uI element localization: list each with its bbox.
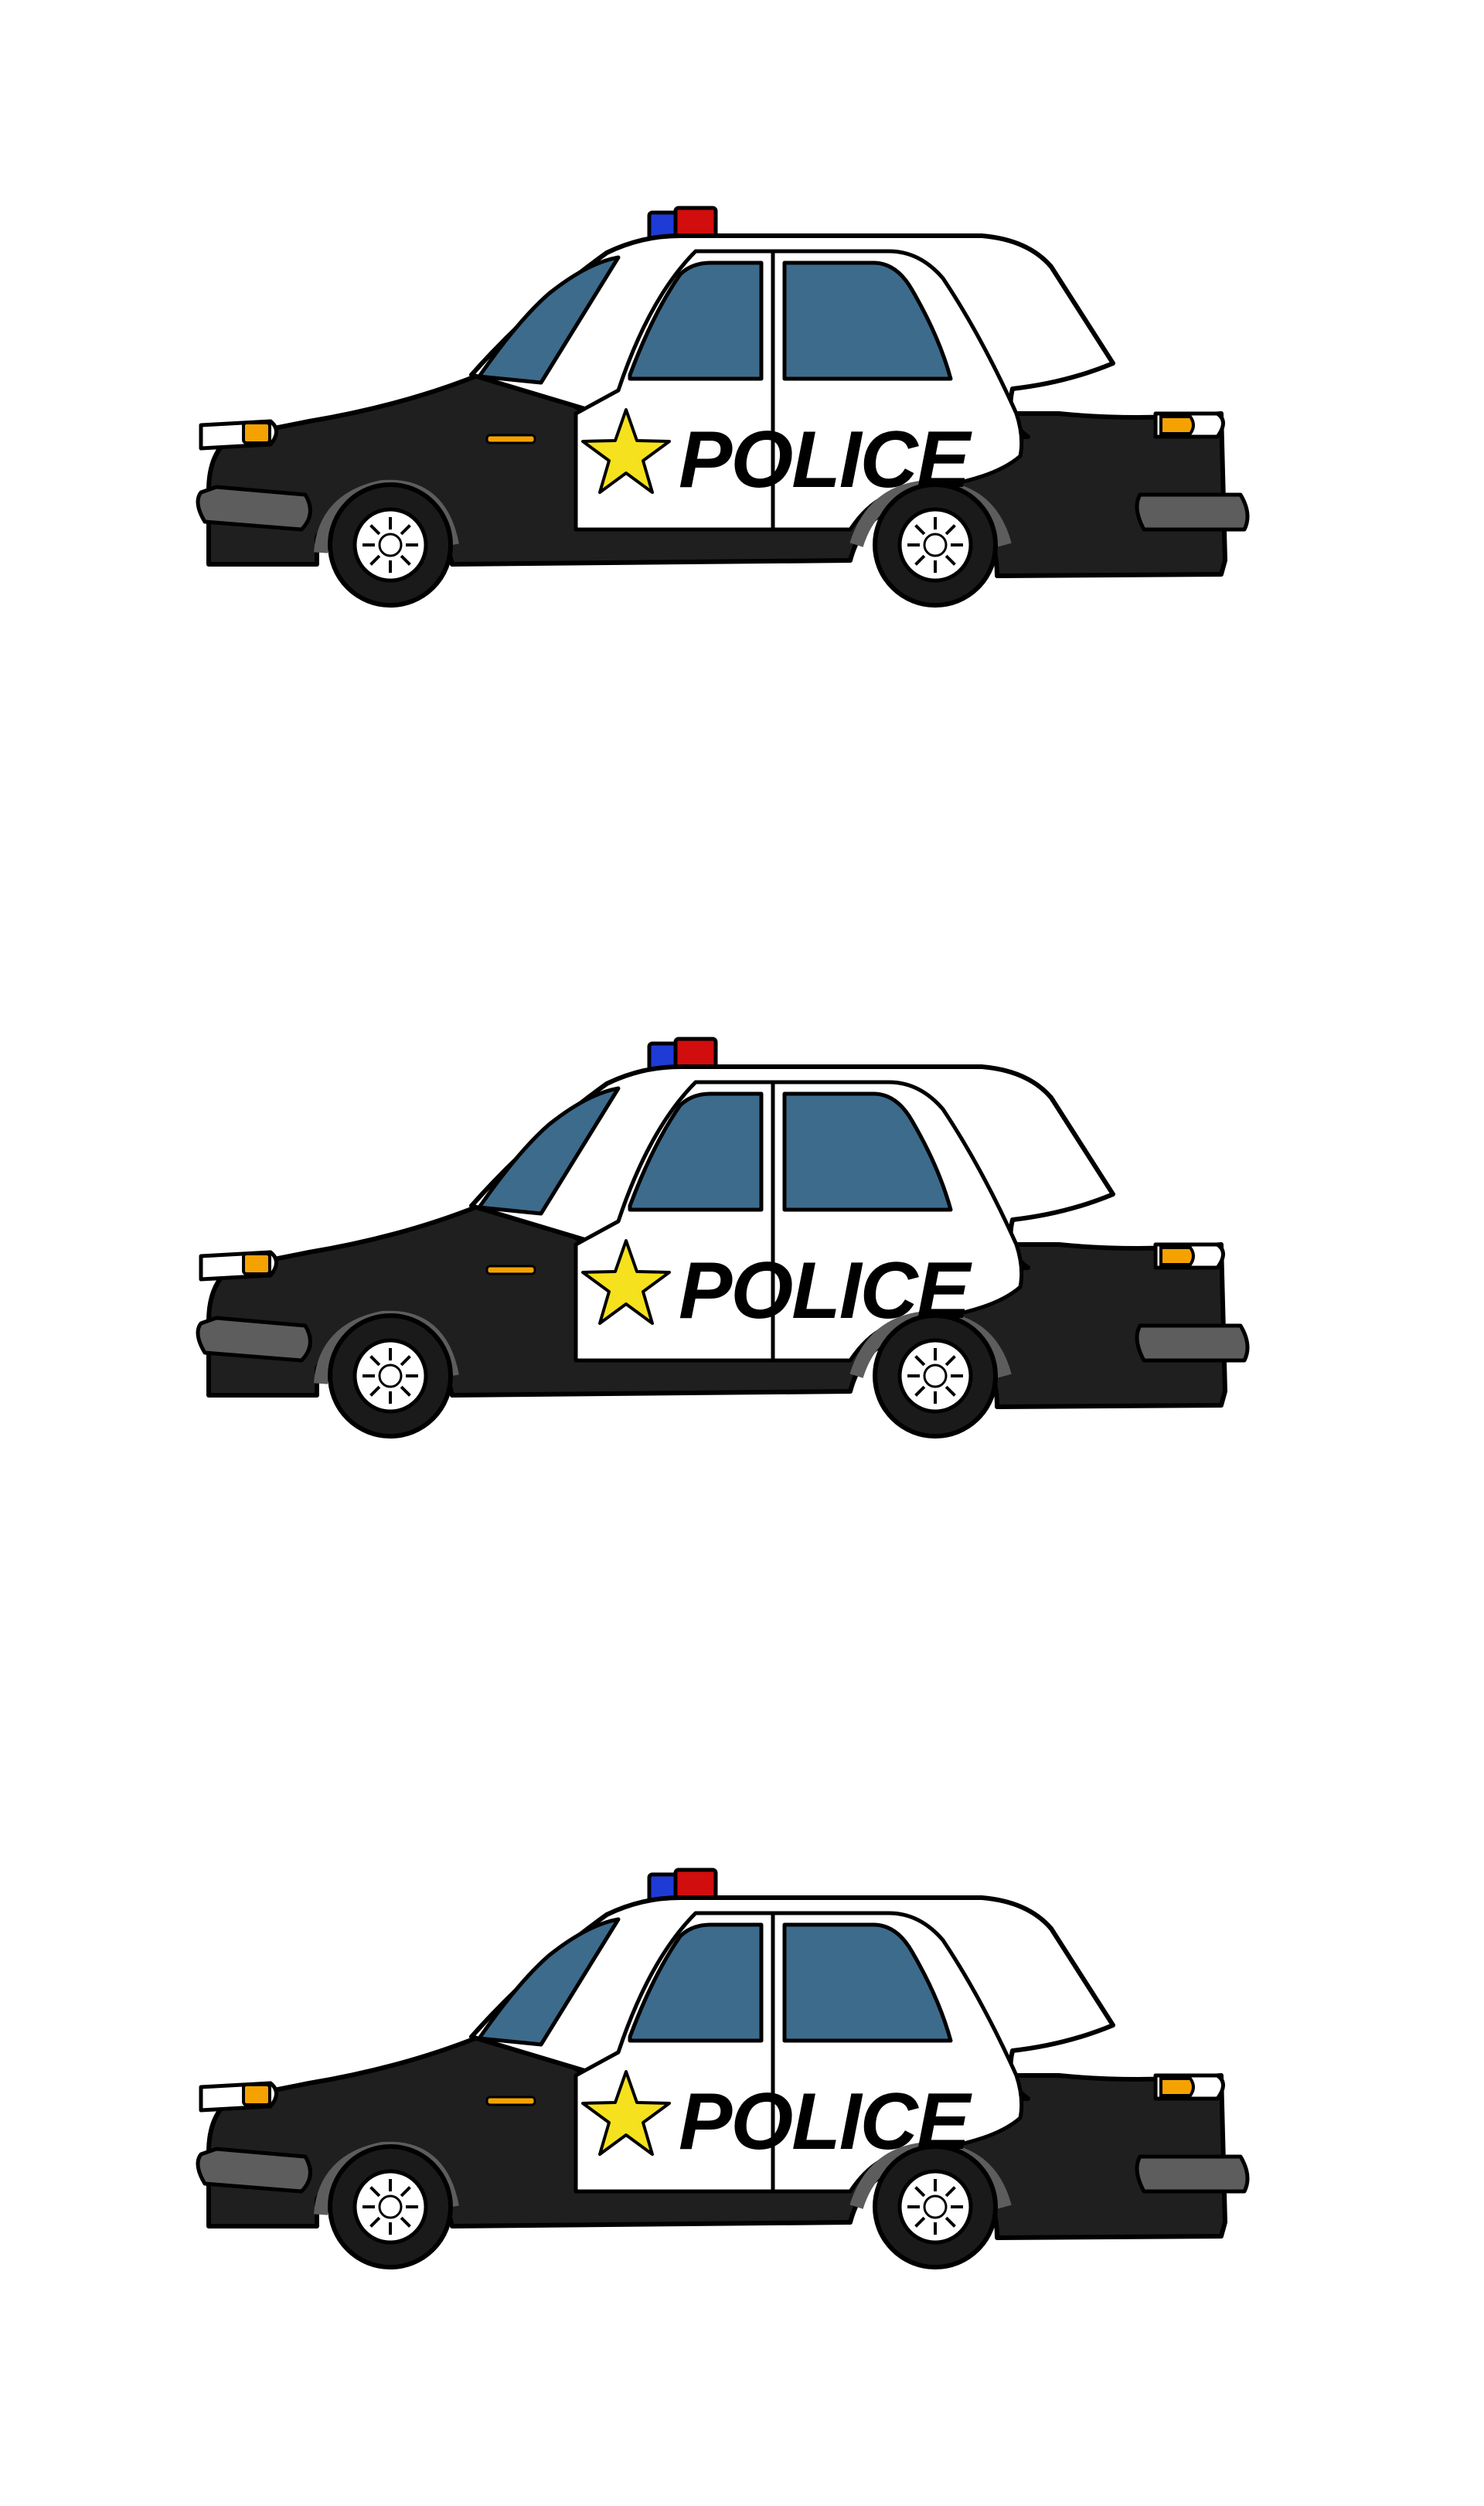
police-car-2: POLICE <box>186 1020 1298 1500</box>
police-label: POLICE <box>679 415 972 505</box>
police-car-1: POLICE <box>186 189 1298 669</box>
side-indicator <box>485 434 536 444</box>
wheel-icon <box>328 1313 453 1439</box>
side-indicator <box>485 2096 536 2106</box>
police-label: POLICE <box>679 2077 972 2167</box>
wheel-icon <box>328 482 453 608</box>
rear-bumper <box>1135 2154 1250 2194</box>
wheel-icon <box>328 2144 453 2269</box>
police-car-3: POLICE <box>186 1851 1298 2331</box>
rear-bumper <box>1135 492 1250 532</box>
police-label: POLICE <box>679 1246 972 1336</box>
side-indicator <box>485 1265 536 1275</box>
rear-bumper <box>1135 1323 1250 1363</box>
front-bumper <box>196 485 312 532</box>
front-bumper <box>196 2147 312 2194</box>
front-bumper <box>196 1316 312 1363</box>
